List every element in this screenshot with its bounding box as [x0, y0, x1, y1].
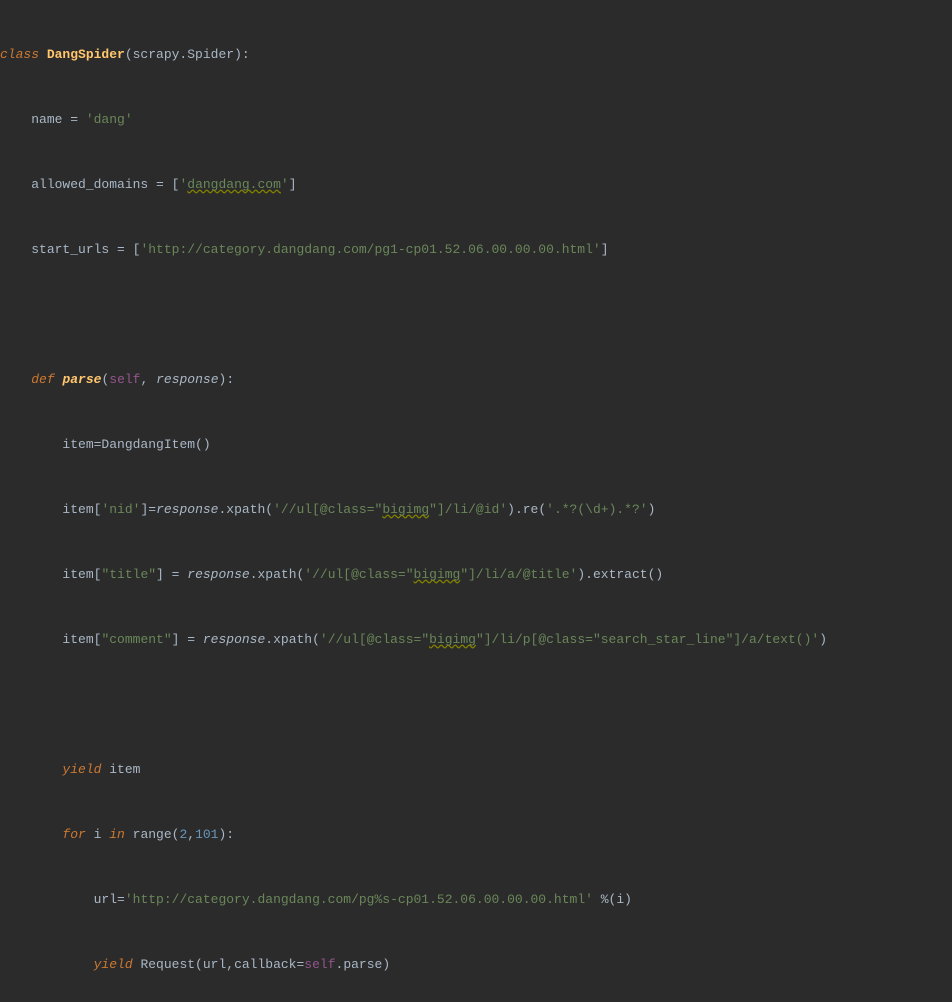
self-ref: self: [304, 957, 335, 972]
code-editor[interactable]: class DangSpider(scrapy.Spider): name = …: [0, 0, 952, 1002]
typo-warning: bigimg: [382, 502, 429, 517]
code-line: [0, 299, 952, 332]
code-line: class DangSpider(scrapy.Spider):: [0, 39, 952, 72]
typo-warning: bigimg: [414, 567, 461, 582]
keyword-def: def: [31, 372, 62, 387]
code-line: yield item: [0, 754, 952, 787]
code-line: [0, 689, 952, 722]
code-line: item['nid']=response.xpath('//ul[@class=…: [0, 494, 952, 527]
keyword-yield: yield: [94, 957, 133, 972]
typo-warning: bigimg: [429, 632, 476, 647]
code-line: start_urls = ['http://category.dangdang.…: [0, 234, 952, 267]
code-line: item=DangdangItem(): [0, 429, 952, 462]
code-line: name = 'dang': [0, 104, 952, 137]
code-line: yield Request(url,callback=self.parse): [0, 949, 952, 982]
keyword-for: for: [62, 827, 85, 842]
keyword-in: in: [109, 827, 125, 842]
code-line: item["comment"] = response.xpath('//ul[@…: [0, 624, 952, 657]
code-line: url='http://category.dangdang.com/pg%s-c…: [0, 884, 952, 917]
function-name: parse: [62, 372, 101, 387]
self-param: self: [109, 372, 140, 387]
typo-warning: dangdang.com: [187, 177, 281, 192]
code-line: def parse(self, response):: [0, 364, 952, 397]
code-line: allowed_domains = ['dangdang.com']: [0, 169, 952, 202]
class-name: DangSpider: [47, 47, 125, 62]
code-line: item["title"] = response.xpath('//ul[@cl…: [0, 559, 952, 592]
keyword-yield: yield: [62, 762, 101, 777]
keyword-class: class: [0, 47, 47, 62]
code-line: for i in range(2,101):: [0, 819, 952, 852]
